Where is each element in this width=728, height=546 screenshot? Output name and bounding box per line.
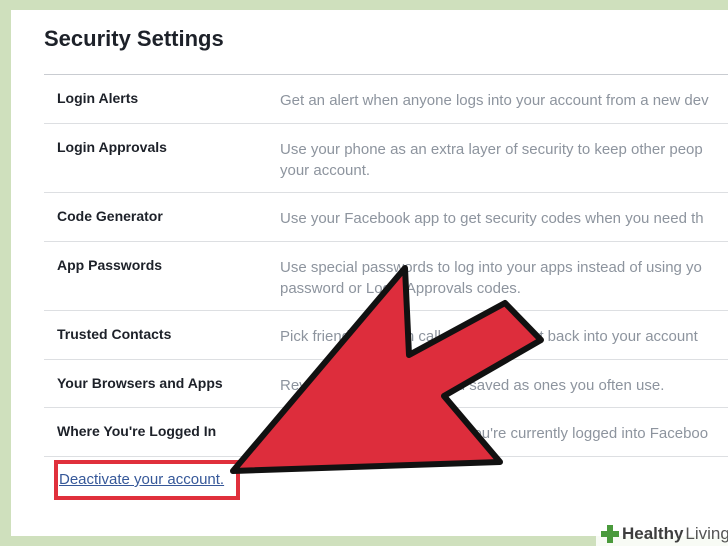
watermark: Healthy Living	[596, 522, 728, 546]
arrow-pointer-icon	[230, 265, 544, 474]
watermark-brand-suffix: Living	[685, 524, 728, 543]
plus-cross-icon	[601, 525, 619, 543]
watermark-brand: Healthy	[622, 524, 684, 543]
